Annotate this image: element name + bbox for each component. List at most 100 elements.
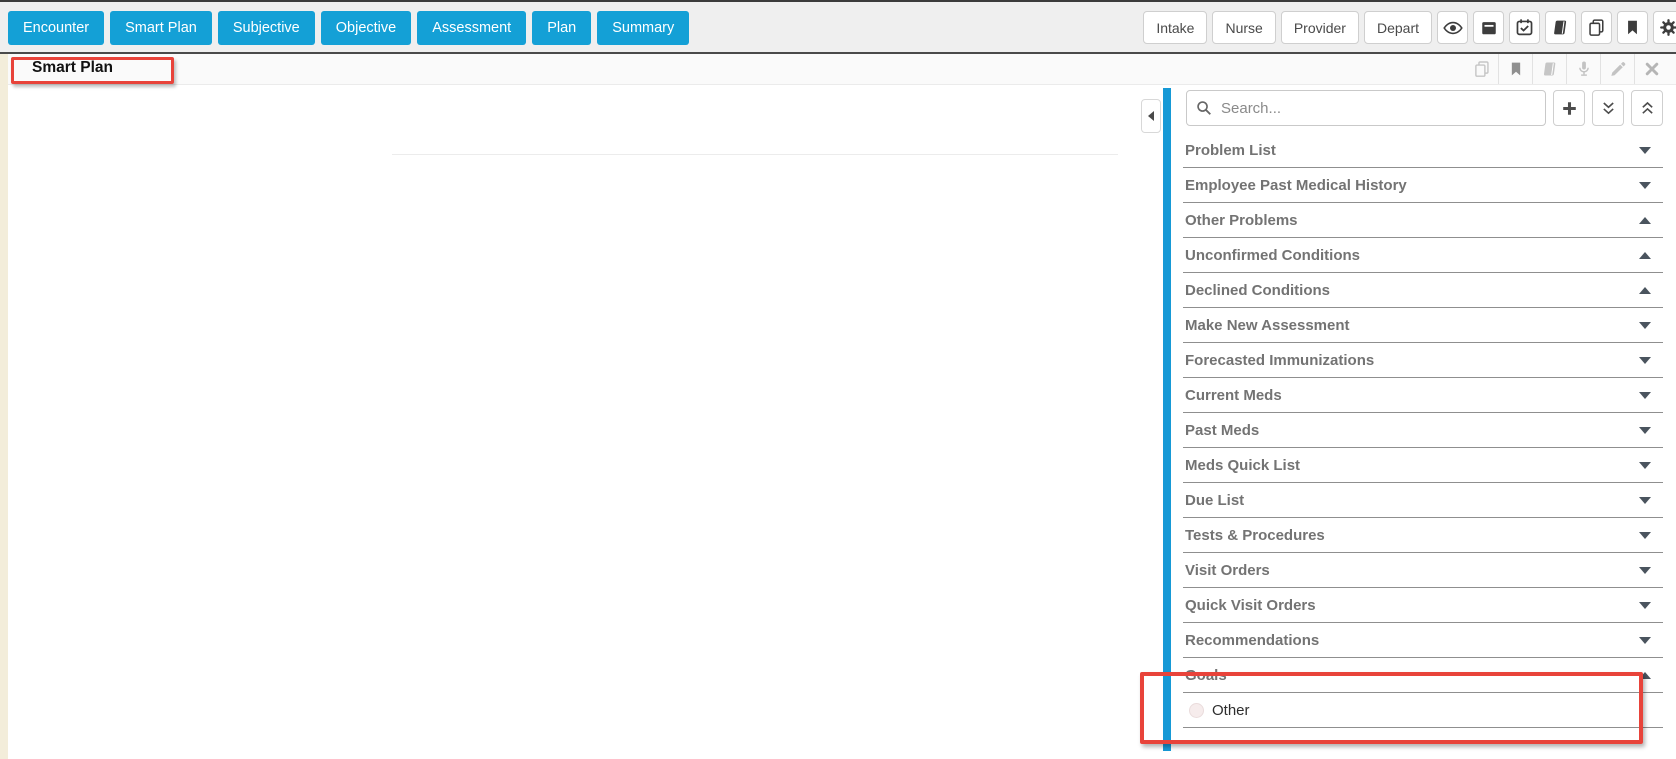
close-icon-button-disabled[interactable] — [1634, 54, 1668, 84]
chevron-left-icon — [1148, 111, 1154, 121]
sidebar-item-other[interactable]: Other — [1183, 693, 1663, 728]
sidebar-section-employee-past-medical-history[interactable]: Employee Past Medical History — [1183, 168, 1663, 203]
sidebar-accent-bar[interactable] — [1163, 88, 1171, 751]
section-label: Recommendations — [1185, 632, 1319, 649]
book-icon — [1551, 18, 1570, 37]
sidebar-section-problem-list[interactable]: Problem List — [1183, 133, 1663, 168]
caret-icon — [1639, 532, 1651, 539]
stage-button-intake[interactable]: Intake — [1143, 11, 1207, 44]
sidebar-section-past-meds[interactable]: Past Meds — [1183, 413, 1663, 448]
section-label: Tests & Procedures — [1185, 527, 1325, 544]
copy-icon-button[interactable] — [1581, 11, 1612, 44]
bookmark-icon-button-disabled[interactable] — [1498, 54, 1532, 84]
microphone-icon — [1575, 60, 1593, 78]
page-header-bar: Smart Plan — [0, 54, 1676, 85]
caret-icon — [1639, 217, 1651, 224]
pencil-icon-button-disabled[interactable] — [1600, 54, 1634, 84]
copy-icon — [1587, 18, 1606, 37]
book-icon-button[interactable] — [1545, 11, 1576, 44]
search-icon — [1195, 99, 1213, 117]
section-label: Past Meds — [1185, 422, 1259, 439]
section-label: Problem List — [1185, 142, 1276, 159]
section-label: Quick Visit Orders — [1185, 597, 1316, 614]
section-label: Current Meds — [1185, 387, 1282, 404]
expand-all-button[interactable] — [1592, 90, 1624, 126]
caret-icon — [1639, 182, 1651, 189]
sidebar-section-current-meds[interactable]: Current Meds — [1183, 378, 1663, 413]
content-divider-line — [392, 154, 1118, 155]
stage-toolbar-group: Intake Nurse Provider Depart — [1143, 11, 1676, 44]
nav-button-encounter[interactable]: Encounter — [8, 11, 104, 45]
nav-button-plan[interactable]: Plan — [532, 11, 591, 45]
sidebar-section-due-list[interactable]: Due List — [1183, 483, 1663, 518]
sidebar-section-recommendations[interactable]: Recommendations — [1183, 623, 1663, 658]
section-label: Employee Past Medical History — [1185, 177, 1407, 194]
top-toolbar: Encounter Smart Plan Subjective Objectiv… — [0, 0, 1676, 54]
collapse-all-button[interactable] — [1631, 90, 1663, 126]
plus-icon — [1561, 100, 1578, 117]
stage-button-provider[interactable]: Provider — [1281, 11, 1359, 44]
encounter-nav-group: Encounter Smart Plan Subjective Objectiv… — [8, 11, 689, 45]
caret-icon — [1639, 427, 1651, 434]
caret-icon — [1639, 672, 1651, 679]
section-label: Due List — [1185, 492, 1244, 509]
nav-button-summary[interactable]: Summary — [597, 11, 689, 45]
sidebar-section-tests-procedures[interactable]: Tests & Procedures — [1183, 518, 1663, 553]
nav-button-objective[interactable]: Objective — [321, 11, 411, 45]
caret-icon — [1639, 497, 1651, 504]
caret-icon — [1639, 357, 1651, 364]
close-icon — [1644, 61, 1660, 77]
caret-icon — [1639, 287, 1651, 294]
nav-button-assessment[interactable]: Assessment — [417, 11, 526, 45]
copy-icon-button-disabled[interactable] — [1465, 54, 1498, 84]
search-box[interactable] — [1186, 90, 1546, 126]
eye-icon — [1443, 18, 1463, 38]
sidebar-section-meds-quick-list[interactable]: Meds Quick List — [1183, 448, 1663, 483]
goal-item-label: Other — [1212, 702, 1250, 719]
add-button[interactable] — [1553, 90, 1585, 126]
microphone-icon-button-disabled[interactable] — [1566, 54, 1600, 84]
section-label: Make New Assessment — [1185, 317, 1350, 334]
section-label: Forecasted Immunizations — [1185, 352, 1374, 369]
nav-button-smart-plan[interactable]: Smart Plan — [110, 11, 212, 45]
sidebar-section-list: Problem List Employee Past Medical Histo… — [1183, 133, 1663, 728]
stage-button-nurse[interactable]: Nurse — [1212, 11, 1275, 44]
sidebar-section-make-new-assessment[interactable]: Make New Assessment — [1183, 308, 1663, 343]
sidebar-section-declined-conditions[interactable]: Declined Conditions — [1183, 273, 1663, 308]
pencil-icon — [1609, 60, 1627, 78]
gear-icon-button[interactable] — [1653, 11, 1676, 44]
caret-icon — [1639, 147, 1651, 154]
page-header-icon-toolbar — [1465, 54, 1668, 84]
section-label: Unconfirmed Conditions — [1185, 247, 1360, 264]
sidebar-section-goals[interactable]: Goals — [1183, 658, 1663, 693]
sidebar-section-quick-visit-orders[interactable]: Quick Visit Orders — [1183, 588, 1663, 623]
left-edge-strip — [0, 54, 8, 759]
nav-button-subjective[interactable]: Subjective — [218, 11, 315, 45]
caret-icon — [1639, 322, 1651, 329]
calendar-check-icon — [1515, 18, 1534, 37]
section-label: Declined Conditions — [1185, 282, 1330, 299]
archive-box-icon-button[interactable] — [1473, 11, 1504, 44]
sidebar-section-unconfirmed-conditions[interactable]: Unconfirmed Conditions — [1183, 238, 1663, 273]
archive-box-icon — [1480, 19, 1498, 37]
section-label: Goals — [1185, 667, 1227, 684]
gear-icon — [1659, 18, 1676, 37]
sidebar-search-row — [1186, 90, 1663, 126]
sidebar-section-forecasted-immunizations[interactable]: Forecasted Immunizations — [1183, 343, 1663, 378]
sidebar-section-other-problems[interactable]: Other Problems — [1183, 203, 1663, 238]
bookmark-icon — [1508, 61, 1524, 77]
calendar-check-icon-button[interactable] — [1509, 11, 1540, 44]
sidebar-collapse-button[interactable] — [1141, 99, 1161, 133]
book-icon — [1541, 60, 1559, 78]
bookmark-icon-button[interactable] — [1617, 11, 1648, 44]
section-label: Visit Orders — [1185, 562, 1270, 579]
radio-circle-icon[interactable] — [1189, 703, 1204, 718]
double-chevron-up-icon — [1639, 100, 1656, 117]
eye-icon-button[interactable] — [1437, 11, 1468, 44]
sidebar-section-visit-orders[interactable]: Visit Orders — [1183, 553, 1663, 588]
bookmark-icon — [1624, 19, 1641, 36]
search-input[interactable] — [1219, 99, 1537, 118]
book-icon-button-disabled[interactable] — [1532, 54, 1566, 84]
stage-button-depart[interactable]: Depart — [1364, 11, 1432, 44]
section-label: Other Problems — [1185, 212, 1298, 229]
